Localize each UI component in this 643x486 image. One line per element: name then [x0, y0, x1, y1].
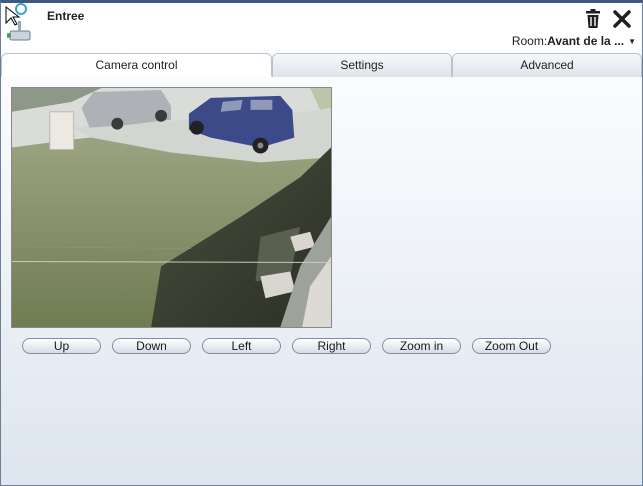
widget-header: Entree Room: Avant de la ... ▼ — [1, 3, 642, 49]
close-icon[interactable] — [613, 10, 631, 28]
left-button[interactable]: Left — [202, 338, 281, 354]
widget-title: Entree — [47, 9, 85, 23]
camera-icon — [5, 3, 31, 41]
camera-feed-image — [11, 87, 332, 328]
tab-settings[interactable]: Settings — [272, 53, 452, 77]
camera-widget-window: Entree Room: Avant de la ... ▼ Camera co… — [0, 0, 643, 486]
room-value: Avant de la ... — [547, 34, 625, 48]
trash-icon[interactable] — [584, 9, 602, 29]
tab-bar: Camera control Settings Advanced — [1, 53, 642, 77]
down-button[interactable]: Down — [112, 338, 191, 354]
chevron-down-icon: ▼ — [628, 36, 636, 46]
zoom-in-button[interactable]: Zoom in — [382, 338, 461, 354]
room-label: Room: — [511, 34, 548, 48]
room-selector[interactable]: Room: Avant de la ... ▼ — [512, 34, 636, 48]
zoom-out-button[interactable]: Zoom Out — [472, 338, 551, 354]
tab-advanced[interactable]: Advanced — [452, 53, 642, 77]
tab-camera-control[interactable]: Camera control — [1, 53, 272, 77]
up-button[interactable]: Up — [22, 338, 101, 354]
right-button[interactable]: Right — [292, 338, 371, 354]
camera-control-buttons: Up Down Left Right Zoom in Zoom Out — [22, 338, 562, 354]
